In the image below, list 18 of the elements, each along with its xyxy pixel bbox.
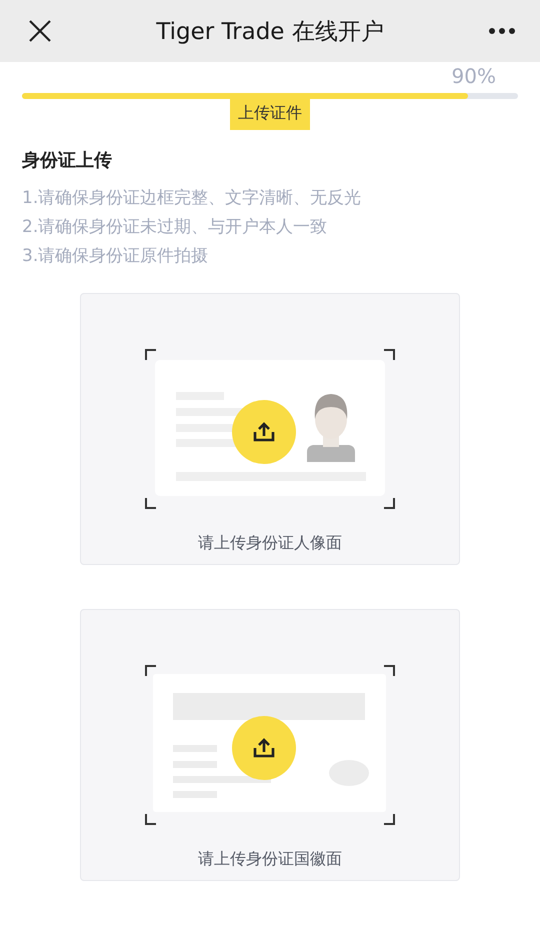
progress-percent: 90%: [452, 64, 496, 88]
window-title: Tiger Trade 在线开户: [156, 18, 384, 46]
upload-card[interactable]: 请上传身份证国徽面: [80, 609, 460, 881]
upload-label: 请上传身份证国徽面: [198, 849, 342, 870]
upload-label: 请上传身份证人像面: [198, 533, 342, 554]
upload-icon: [253, 422, 275, 442]
more-button[interactable]: [488, 27, 516, 35]
close-button[interactable]: [28, 19, 52, 43]
upload-icon: [253, 738, 275, 758]
person-silhouette-icon: [307, 394, 355, 462]
step-tag: 上传证件: [230, 97, 310, 130]
close-icon: [28, 19, 52, 43]
more-icon: [488, 27, 516, 35]
instruction-text: 2.请确保身份证未过期、与开户本人一致: [22, 216, 328, 239]
instruction-text: 3.请确保身份证原件拍摄: [22, 245, 210, 268]
upload-card[interactable]: 请上传身份证人像面: [80, 293, 460, 565]
instruction-text: 1.请确保身份证边框完整、文字清晰、无反光: [22, 187, 362, 210]
section-title: 身份证上传: [22, 149, 113, 172]
